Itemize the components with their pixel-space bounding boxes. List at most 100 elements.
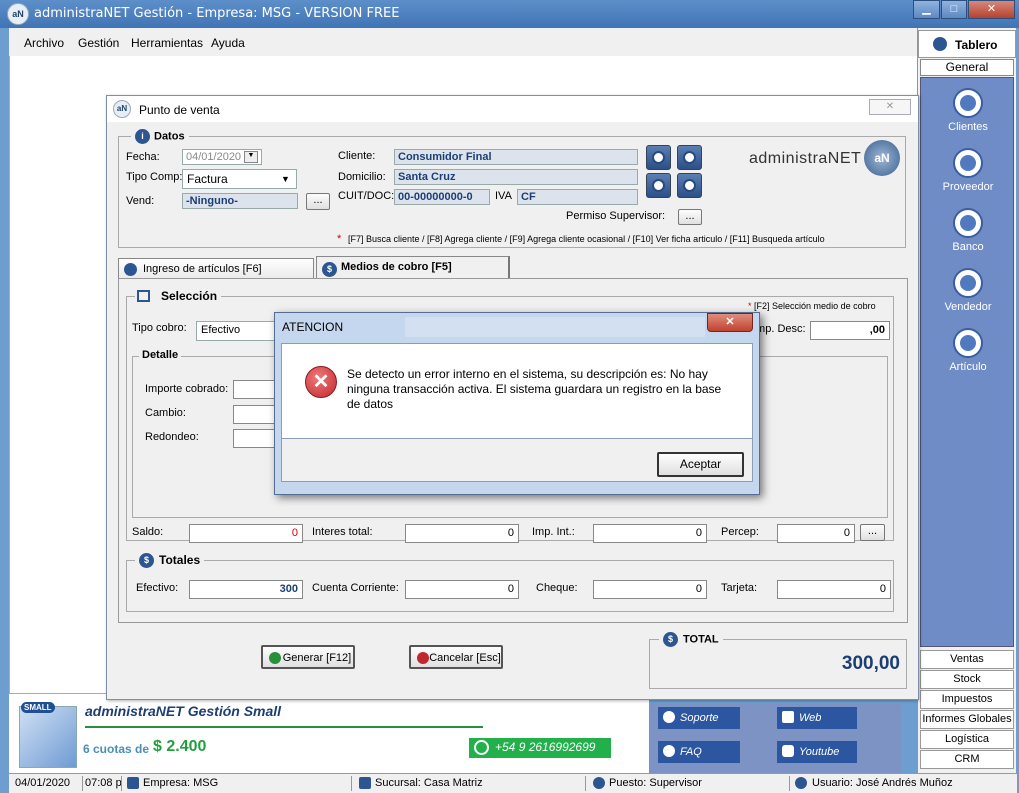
vendedor-search-button[interactable]: ... — [306, 193, 330, 210]
section-stock[interactable]: Stock — [920, 670, 1014, 689]
section-ventas[interactable]: Ventas — [920, 650, 1014, 669]
iva-field[interactable]: CF — [517, 189, 638, 205]
menu-gestion[interactable]: Gestión — [78, 36, 119, 50]
whatsapp-button[interactable]: +54 9 2616992699 — [469, 738, 611, 758]
tipo-comp-select[interactable]: Factura — [182, 169, 297, 189]
section-informes[interactable]: Informes Globales — [920, 710, 1014, 729]
nav-articulo[interactable]: Artículo — [921, 328, 1015, 373]
occasional-client-button[interactable] — [646, 173, 671, 198]
menu-ayuda[interactable]: Ayuda — [211, 36, 245, 50]
alert-message-area: ✕ Se detecto un error interno en el sist… — [281, 343, 753, 439]
info-icon: i — [135, 129, 150, 144]
add-client-button[interactable] — [677, 145, 702, 170]
whatsapp-icon — [474, 740, 489, 755]
generar-button[interactable]: Generar [F12] — [261, 645, 355, 669]
refresh-icon — [269, 652, 281, 664]
edit-client-button[interactable] — [677, 173, 702, 198]
help-links: Soporte Web FAQ Youtube — [649, 704, 901, 773]
nav-label: Vendedor — [944, 301, 992, 313]
cambio-label: Cambio: — [145, 407, 186, 419]
dollar-icon: $ — [322, 262, 337, 277]
nav-label: Artículo — [949, 361, 987, 373]
pencil-icon — [683, 179, 696, 192]
app-logo-icon: aN — [7, 3, 29, 25]
phone-label: +54 9 2616992699 — [495, 740, 596, 754]
dollar-icon: $ — [139, 553, 154, 569]
company-icon — [127, 777, 139, 789]
section-logistica[interactable]: Logística — [920, 730, 1014, 749]
vendedor-field[interactable]: -Ninguno- — [182, 193, 298, 209]
imp-desc-input[interactable]: ,00 — [810, 321, 890, 340]
percep-button[interactable]: ... — [860, 524, 885, 541]
importe-input[interactable] — [233, 380, 275, 399]
general-tab[interactable]: General — [920, 59, 1014, 76]
saldo-label: Saldo: — [132, 526, 164, 538]
atencion-dialog: ATENCION ✕ ✕ Se detecto un error interno… — [274, 312, 760, 495]
minimize-button[interactable]: ▁ — [913, 0, 940, 19]
nav-vendedor[interactable]: Vendedor — [921, 268, 1015, 313]
link-label: FAQ — [680, 746, 702, 758]
cuit-label: CUIT/DOC: — [338, 190, 395, 202]
bank-icon — [953, 208, 983, 238]
cancelar-button[interactable]: Cancelar [Esc] — [409, 645, 503, 669]
aceptar-button[interactable]: Aceptar — [657, 452, 744, 477]
totales-legend: $ Totales — [135, 553, 205, 569]
product-box-image — [19, 706, 77, 768]
hint-star: * — [748, 301, 752, 311]
administranet-logo: administraNET — [749, 150, 862, 167]
dialog-close-button[interactable]: ✕ — [869, 99, 911, 115]
seller-icon — [953, 268, 983, 298]
cliente-field[interactable]: Consumidor Final — [394, 149, 638, 165]
tablero-tab[interactable]: Tablero — [918, 30, 1016, 58]
nav-banco[interactable]: Banco — [921, 208, 1015, 253]
close-button[interactable]: ✕ — [968, 0, 1015, 19]
importe-label: Importe cobrado: — [145, 383, 229, 395]
shortcuts-hint: [F7] Busca cliente / [F8] Agrega cliente… — [348, 234, 825, 244]
percep-value: 0 — [777, 524, 855, 543]
domicilio-field[interactable]: Santa Cruz — [394, 169, 638, 185]
tipo-comp-label: Tipo Comp: — [126, 171, 183, 183]
faq-link[interactable]: FAQ — [658, 741, 740, 763]
blurred-background — [405, 317, 705, 337]
chevron-down-icon[interactable]: ▼ — [244, 151, 258, 163]
search-client-button[interactable] — [646, 145, 671, 170]
saldo-value: 0 — [189, 524, 303, 543]
menu-archivo[interactable]: Archivo — [24, 36, 64, 50]
cuit-field[interactable]: 00-00000000-0 — [394, 189, 490, 205]
vend-label: Vend: — [126, 195, 155, 207]
alert-close-button[interactable]: ✕ — [707, 313, 753, 332]
branch-icon — [359, 777, 371, 789]
imp-int-label: Imp. Int.: — [532, 526, 575, 538]
support-icon — [663, 711, 675, 723]
domicilio-label: Domicilio: — [338, 171, 386, 183]
youtube-link[interactable]: Youtube — [777, 741, 857, 763]
tab-ingreso-articulos[interactable]: Ingreso de artículos [F6] — [118, 258, 314, 280]
maximize-button[interactable]: □ — [941, 0, 967, 19]
required-star: * — [337, 233, 342, 245]
section-impuestos[interactable]: Impuestos — [920, 690, 1014, 709]
soporte-link[interactable]: Soporte — [658, 707, 740, 729]
cambio-input[interactable] — [233, 405, 275, 424]
fecha-label: Fecha: — [126, 151, 160, 163]
menu-herramientas[interactable]: Herramientas — [131, 36, 203, 50]
permiso-button[interactable]: ... — [678, 209, 702, 225]
section-crm[interactable]: CRM — [920, 750, 1014, 769]
side-nav: Clientes Proveedor Banco Vendedor Artícu… — [920, 77, 1014, 647]
status-empresa: Empresa: MSG — [143, 777, 219, 789]
nav-clientes[interactable]: Clientes — [921, 88, 1015, 133]
tipo-cobro-select[interactable]: Efectivo — [196, 321, 276, 341]
total-legend: $ TOTAL — [659, 632, 723, 647]
tipo-cobro-label: Tipo cobro: — [132, 322, 187, 334]
promo-area: SMALL administraNET Gestión Small 6 cuot… — [9, 693, 649, 773]
redondeo-input[interactable] — [233, 429, 275, 448]
clients-icon — [953, 88, 983, 118]
f2-hint: * [F2] Selección medio de cobro — [748, 301, 876, 311]
seleccion-legend: Selección — [135, 289, 222, 303]
promo-divider — [85, 726, 483, 728]
status-puesto: Puesto: Supervisor — [609, 777, 702, 789]
percep-label: Percep: — [721, 526, 759, 538]
dialog-titlebar: aN Punto de venta ✕ — [107, 96, 918, 122]
nav-label: Banco — [952, 241, 984, 253]
web-link[interactable]: Web — [777, 707, 857, 729]
nav-proveedor[interactable]: Proveedor — [921, 148, 1015, 193]
